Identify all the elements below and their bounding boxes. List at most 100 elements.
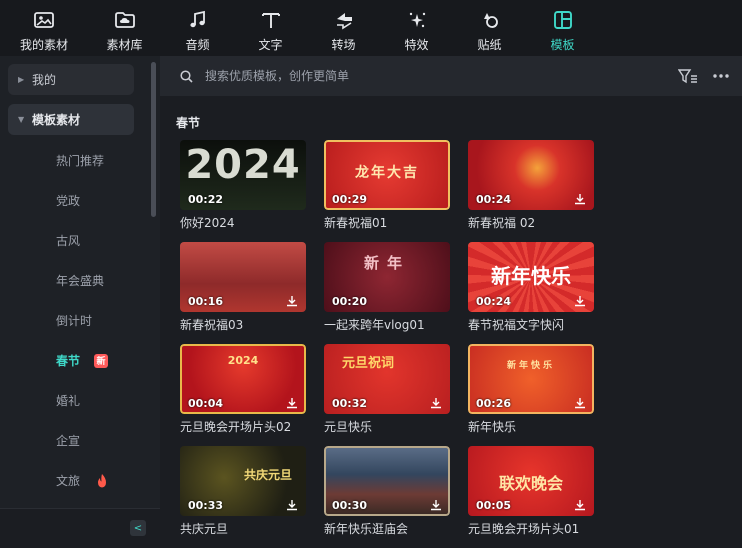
template-card[interactable]: 00:16: [180, 242, 306, 312]
duration-label: 00:32: [332, 397, 368, 410]
sidebar-sub-countdown[interactable]: 倒计时: [56, 312, 92, 329]
download-icon[interactable]: [574, 499, 586, 511]
thumb-title: 元旦祝词: [342, 356, 395, 371]
sidebar-sub-party[interactable]: 党政: [56, 192, 80, 209]
template-card[interactable]: 2024 00:04: [180, 344, 306, 414]
download-icon[interactable]: [574, 295, 586, 307]
new-badge: 新: [94, 353, 109, 368]
thumb-title: 2024: [185, 142, 301, 188]
sidebar-scrollbar[interactable]: [151, 62, 156, 217]
tool-text[interactable]: 文字: [234, 0, 307, 56]
sidebar-sub-annual-gala[interactable]: 年会盛典: [56, 272, 104, 289]
download-icon[interactable]: [286, 499, 298, 511]
template-card[interactable]: 新年快乐 00:24: [468, 242, 594, 312]
duration-label: 00:04: [188, 397, 224, 410]
text-t-icon: [261, 13, 280, 28]
chevron-right-icon: ▶: [18, 75, 25, 84]
search-bar: [160, 56, 742, 96]
chevron-down-icon: ▼: [18, 115, 25, 124]
cloud-folder-icon: [114, 12, 135, 28]
template-caption: 元旦晚会开场片头02: [180, 420, 292, 434]
duration-label: 00:24: [476, 295, 512, 308]
duration-label: 00:26: [476, 397, 512, 410]
duration-label: 00:33: [188, 499, 224, 512]
image-folder-icon: [34, 12, 54, 28]
duration-label: 00:24: [476, 193, 512, 206]
tool-transition[interactable]: 转场: [307, 0, 380, 56]
template-grid-icon: [553, 11, 572, 29]
thumb-title: 新年快乐: [506, 361, 555, 371]
sidebar-item-label: 我的: [32, 73, 57, 87]
download-icon[interactable]: [430, 397, 442, 409]
sidebar-sub-hot[interactable]: 热门推荐: [56, 152, 104, 169]
template-card[interactable]: 元旦祝词 00:32: [324, 344, 450, 414]
section-title: 春节: [176, 116, 201, 130]
sidebar-sub-label: 党政: [56, 194, 81, 208]
duration-label: 00:30: [332, 499, 368, 512]
template-content: 春节 2024 00:22 龙年大吉 00:29 00:24 00:16 新年 …: [160, 96, 742, 548]
app-window: 我的素材 素材库 音频 文字 转场 特效 贴纸 模板 ▶ 我的 ▼ 模板素材 热…: [0, 0, 742, 548]
music-note-icon: [189, 10, 205, 28]
sidebar-sub-spring-festival[interactable]: 春节 新: [56, 352, 109, 369]
filter-icon[interactable]: [678, 68, 698, 84]
template-caption: 元旦快乐: [324, 420, 373, 434]
sidebar-sub-label: 春节: [56, 354, 81, 368]
tool-my-assets[interactable]: 我的素材: [0, 0, 88, 56]
template-card[interactable]: 联欢晚会 00:05: [468, 446, 594, 516]
tool-label: 模板: [550, 38, 575, 52]
template-card[interactable]: 00:30: [324, 446, 450, 516]
duration-label: 00:22: [188, 193, 224, 206]
transition-arrows-icon: [336, 13, 352, 30]
template-caption: 新年快乐: [468, 420, 517, 434]
search-icon: [180, 69, 193, 83]
sidebar-sub-wedding[interactable]: 婚礼: [56, 392, 80, 409]
thumb-title: 龙年大吉: [355, 165, 419, 181]
template-card[interactable]: 新年快乐 00:26: [468, 344, 594, 414]
template-card[interactable]: 00:24: [468, 140, 594, 210]
template-card[interactable]: 龙年大吉 00:29: [324, 140, 450, 210]
more-dots-icon[interactable]: [712, 68, 730, 84]
template-caption: 新春祝福03: [180, 318, 244, 332]
tool-template[interactable]: 模板: [526, 0, 599, 56]
duration-label: 00:05: [476, 499, 512, 512]
sidebar-sub-label: 古风: [56, 234, 81, 248]
template-caption: 共庆元旦: [180, 522, 229, 536]
sidebar-sub-label: 年会盛典: [56, 274, 105, 288]
tool-audio[interactable]: 音频: [161, 0, 234, 56]
template-card[interactable]: 新年 00:20: [324, 242, 450, 312]
sidebar-sub-ancient[interactable]: 古风: [56, 232, 80, 249]
download-icon[interactable]: [574, 193, 586, 205]
sidebar-item-mine[interactable]: ▶ 我的: [8, 64, 134, 95]
search-input[interactable]: [205, 69, 625, 83]
sidebar-sub-label: 热门推荐: [56, 154, 105, 168]
thumb-title: 新年快乐: [491, 264, 571, 288]
sparkle-effects-icon: [409, 12, 425, 28]
chevron-left-icon: <: [133, 522, 143, 534]
download-icon[interactable]: [430, 499, 442, 511]
duration-label: 00:20: [332, 295, 368, 308]
tool-library[interactable]: 素材库: [88, 0, 161, 56]
thumb-title: 新年: [363, 254, 410, 272]
sidebar-item-templates[interactable]: ▼ 模板素材: [8, 104, 134, 135]
download-icon[interactable]: [286, 397, 298, 409]
template-card[interactable]: 共庆元旦 00:33: [180, 446, 306, 516]
download-icon[interactable]: [574, 397, 586, 409]
template-caption: 春节祝福文字快闪: [468, 318, 565, 332]
sidebar-sub-corporate[interactable]: 企宣: [56, 432, 80, 449]
tool-effects[interactable]: 特效: [380, 0, 453, 56]
sidebar-sub-label: 文旅: [56, 474, 81, 488]
template-caption: 新春祝福01: [324, 216, 388, 230]
tool-label: 音频: [185, 38, 210, 52]
tool-sticker[interactable]: 贴纸: [453, 0, 526, 56]
tool-label: 素材库: [106, 38, 143, 52]
template-card[interactable]: 2024 00:22: [180, 140, 306, 210]
thumb-title: 联欢晚会: [498, 474, 563, 493]
template-caption: 一起来跨年vlog01: [324, 318, 425, 332]
download-icon[interactable]: [286, 295, 298, 307]
thumb-title: 共庆元旦: [243, 468, 292, 482]
collapse-sidebar-button[interactable]: <: [130, 520, 146, 536]
tool-label: 文字: [258, 38, 283, 52]
sidebar-sub-tourism[interactable]: 文旅: [56, 472, 108, 489]
sidebar-sub-label: 倒计时: [56, 314, 93, 328]
duration-label: 00:16: [188, 295, 224, 308]
